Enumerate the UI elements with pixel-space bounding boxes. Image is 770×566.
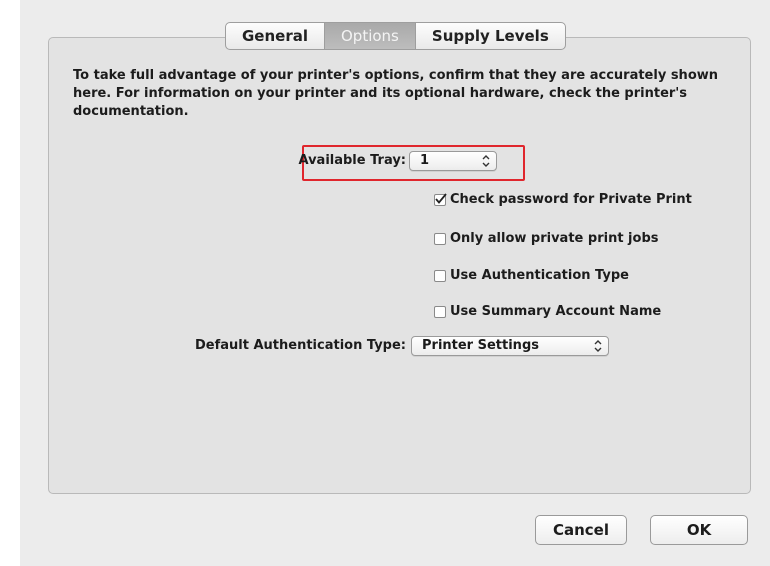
use-summary-account-name-label: Use Summary Account Name: [450, 304, 662, 319]
tab-options[interactable]: Options: [325, 23, 416, 49]
use-summary-account-name[interactable]: Use Summary Account Name: [434, 304, 661, 319]
tab-supply-levels[interactable]: Supply Levels: [416, 23, 565, 49]
default-authentication-type-label: Default Authentication Type:: [195, 338, 406, 353]
checkbox-unchecked[interactable]: [434, 269, 446, 282]
only-allow-private-label: Only allow private print jobs: [450, 231, 659, 246]
up-down-chevrons-icon: [594, 339, 602, 353]
default-authentication-type-popup[interactable]: Printer Settings: [411, 336, 609, 356]
default-authentication-type-value: Printer Settings: [422, 338, 539, 353]
available-tray-popup[interactable]: 1: [409, 151, 497, 171]
checkmark-icon: [435, 192, 447, 204]
available-tray-label: Available Tray:: [298, 153, 406, 168]
cancel-button[interactable]: Cancel: [535, 515, 627, 545]
ok-button[interactable]: OK: [650, 515, 748, 545]
available-tray-value: 1: [420, 153, 430, 168]
check-password-label: Check password for Private Print: [450, 192, 692, 207]
use-authentication-type-label: Use Authentication Type: [450, 268, 629, 283]
tab-bar: General Options Supply Levels: [225, 22, 566, 50]
use-authentication-type[interactable]: Use Authentication Type: [434, 268, 629, 283]
checkbox-checked[interactable]: [434, 192, 447, 206]
up-down-chevrons-icon: [482, 154, 490, 168]
options-description: To take full advantage of your printer's…: [73, 68, 719, 119]
only-allow-private-print-jobs[interactable]: Only allow private print jobs: [434, 231, 659, 246]
printer-options-dialog: General Options Supply Levels To take fu…: [20, 0, 770, 566]
checkbox-unchecked[interactable]: [434, 232, 446, 245]
check-password-private-print[interactable]: Check password for Private Print: [434, 192, 692, 207]
checkbox-unchecked[interactable]: [434, 305, 446, 318]
tab-general[interactable]: General: [226, 23, 325, 49]
